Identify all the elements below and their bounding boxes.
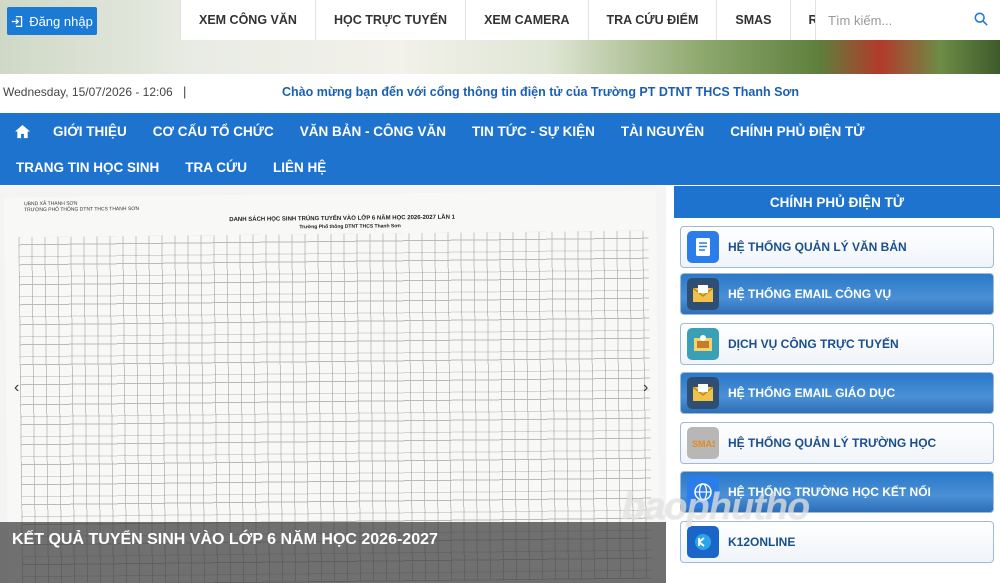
login-button[interactable]: Đăng nhập [7, 7, 97, 35]
slider-next-icon[interactable]: › [643, 379, 648, 397]
sidebar-item-label: HỆ THỐNG QUẢN LÝ VĂN BẢN [728, 240, 907, 254]
home-icon[interactable] [0, 124, 40, 139]
topnav-xem-camera[interactable]: XEM CAMERA [465, 0, 587, 40]
nav-tai-nguyen[interactable]: TÀI NGUYÊN [608, 124, 717, 139]
search-box [815, 0, 1000, 40]
nav-gioi-thieu[interactable]: GIỚI THIỆU [40, 124, 140, 139]
login-icon [12, 15, 23, 27]
sidebar-item-label: HỆ THỐNG EMAIL GIÁO DỤC [728, 386, 896, 400]
sidebar-item-quan-ly-truong-hoc[interactable]: SMAS HỆ THỐNG QUẢN LÝ TRƯỜNG HỌC [680, 422, 994, 464]
topnav-hoc-truc-tuyen[interactable]: HỌC TRỰC TUYẾN [314, 0, 465, 40]
nav-lien-he[interactable]: LIÊN HỆ [260, 160, 339, 175]
login-label: Đăng nhập [29, 13, 93, 29]
document-icon [687, 231, 719, 263]
sidebar-item-email-cong-vu[interactable]: HỆ THỐNG EMAIL CÔNG VỤ [680, 273, 994, 315]
search-input[interactable] [816, 12, 966, 28]
sidebar-item-label: DỊCH VỤ CÔNG TRỰC TUYẾN [728, 337, 899, 351]
sidebar-item-label: HỆ THỐNG QUẢN LÝ TRƯỜNG HỌC [728, 436, 937, 450]
nav-trang-tin-hoc-sinh[interactable]: TRANG TIN HỌC SINH [3, 160, 172, 175]
main-nav: GIỚI THIỆU CƠ CẤU TỔ CHỨC VĂN BẢN - CÔNG… [0, 113, 1000, 185]
doc-subtitle: Trường Phổ thông DTNT THCS Thanh Sơn [299, 223, 401, 231]
sidebar-item-dich-vu-cong[interactable]: DỊCH VỤ CÔNG TRỰC TUYẾN [680, 323, 994, 365]
top-nav: XEM CÔNG VĂN HỌC TRỰC TUYẾN XEM CAMERA T… [180, 0, 853, 40]
info-row: Wednesday, 15/07/2026 - 12:06 | Chào mừn… [0, 74, 1000, 112]
search-icon[interactable] [974, 12, 988, 26]
sidebar-item-label: HỆ THỐNG EMAIL CÔNG VỤ [728, 287, 892, 301]
topnav-tra-cuu-diem[interactable]: TRA CỨU ĐIỂM [587, 0, 717, 40]
sidebar-item-email-giao-duc[interactable]: HỆ THỐNG EMAIL GIÁO DỤC [680, 372, 994, 414]
watermark: baophutho [622, 486, 810, 528]
top-bar: Đăng nhập XEM CÔNG VĂN HỌC TRỰC TUYẾN XE… [0, 0, 1000, 40]
smas-icon: SMAS [687, 427, 719, 459]
nav-chinh-phu-dien-tu[interactable]: CHÍNH PHỦ ĐIỆN TỬ [717, 124, 877, 139]
current-date: Wednesday, 15/07/2026 - 12:06 [3, 85, 173, 99]
welcome-marquee: Chào mừng bạn đến với cổng thông tin điệ… [282, 85, 799, 99]
envelope-icon [687, 278, 719, 310]
public-service-icon [687, 328, 719, 360]
sidebar-item-label: K12ONLINE [728, 535, 796, 549]
nav-co-cau-to-chuc[interactable]: CƠ CẤU TỔ CHỨC [140, 124, 287, 139]
sidebar-title: CHÍNH PHỦ ĐIỆN TỬ [674, 186, 1000, 218]
doc-title: DANH SÁCH HỌC SINH TRÚNG TUYỂN VÀO LỚP 6… [229, 214, 455, 224]
k12-icon [687, 526, 719, 558]
doc-header: UBND XÃ THANH SƠN TRƯỜNG PHỔ THÔNG DTNT … [24, 200, 140, 214]
slider-prev-icon[interactable]: ‹ [14, 379, 19, 397]
topnav-smas[interactable]: SMAS [716, 0, 789, 40]
svg-text:SMAS: SMAS [692, 439, 715, 449]
slide-caption[interactable]: KẾT QUẢ TUYỂN SINH VÀO LỚP 6 NĂM HỌC 202… [12, 531, 438, 549]
nav-tin-tuc-su-kien[interactable]: TIN TỨC - SỰ KIỆN [459, 124, 608, 139]
envelope-icon [687, 377, 719, 409]
sidebar-item-quan-ly-van-ban[interactable]: HỆ THỐNG QUẢN LÝ VĂN BẢN [680, 226, 994, 268]
separator: | [183, 84, 187, 99]
nav-tra-cuu[interactable]: TRA CỨU [172, 160, 260, 175]
nav-van-ban-cong-van[interactable]: VĂN BẢN - CÔNG VĂN [287, 124, 459, 139]
topnav-xem-cong-van[interactable]: XEM CÔNG VĂN [180, 0, 315, 40]
